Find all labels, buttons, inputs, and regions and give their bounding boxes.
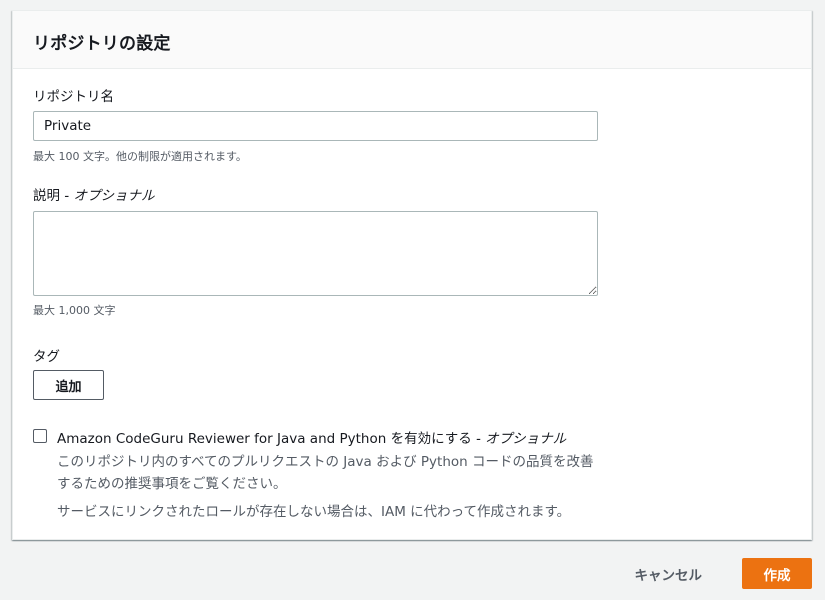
description-optional-text: - オプショナル <box>60 188 155 204</box>
description-label-text: 説明 <box>33 188 60 204</box>
description-label: 説明 - オプショナル <box>33 184 791 204</box>
form-actions: キャンセル 作成 <box>635 558 812 589</box>
panel-title: リポジトリの設定 <box>33 34 171 54</box>
codeguru-label: Amazon CodeGuru Reviewer for Java and Py… <box>57 427 602 447</box>
codeguru-description: このリポジトリ内のすべてのプルリクエストの Java および Python コー… <box>57 454 594 492</box>
repository-settings-panel: リポジトリの設定 リポジトリ名 最大 100 文字。他の制限が適用されます。 説… <box>12 10 812 540</box>
cancel-button[interactable]: キャンセル <box>635 564 703 584</box>
add-tag-button[interactable]: 追加 <box>33 370 104 400</box>
tags-label: タグ <box>33 349 60 365</box>
create-button[interactable]: 作成 <box>742 558 812 589</box>
repo-name-input[interactable] <box>33 111 598 141</box>
codeguru-optional-text: - オプショナル <box>471 431 567 447</box>
panel-header: リポジトリの設定 <box>13 11 811 69</box>
codeguru-label-text: Amazon CodeGuru Reviewer for Java and Py… <box>57 431 472 447</box>
repo-name-label: リポジトリ名 <box>33 89 114 105</box>
codeguru-option: Amazon CodeGuru Reviewer for Java and Py… <box>33 427 791 523</box>
panel-body: リポジトリ名 最大 100 文字。他の制限が適用されます。 説明 - オプショナ… <box>13 85 811 523</box>
codeguru-role-note: サービスにリンクされたロールが存在しない場合は、IAM に代わって作成されます。 <box>57 504 571 520</box>
description-textarea[interactable] <box>33 211 598 296</box>
codeguru-text: Amazon CodeGuru Reviewer for Java and Py… <box>57 427 602 523</box>
codeguru-checkbox[interactable] <box>33 429 47 443</box>
repo-name-hint: 最大 100 文字。他の制限が適用されます。 <box>33 150 247 163</box>
description-hint: 最大 1,000 文字 <box>33 304 116 317</box>
